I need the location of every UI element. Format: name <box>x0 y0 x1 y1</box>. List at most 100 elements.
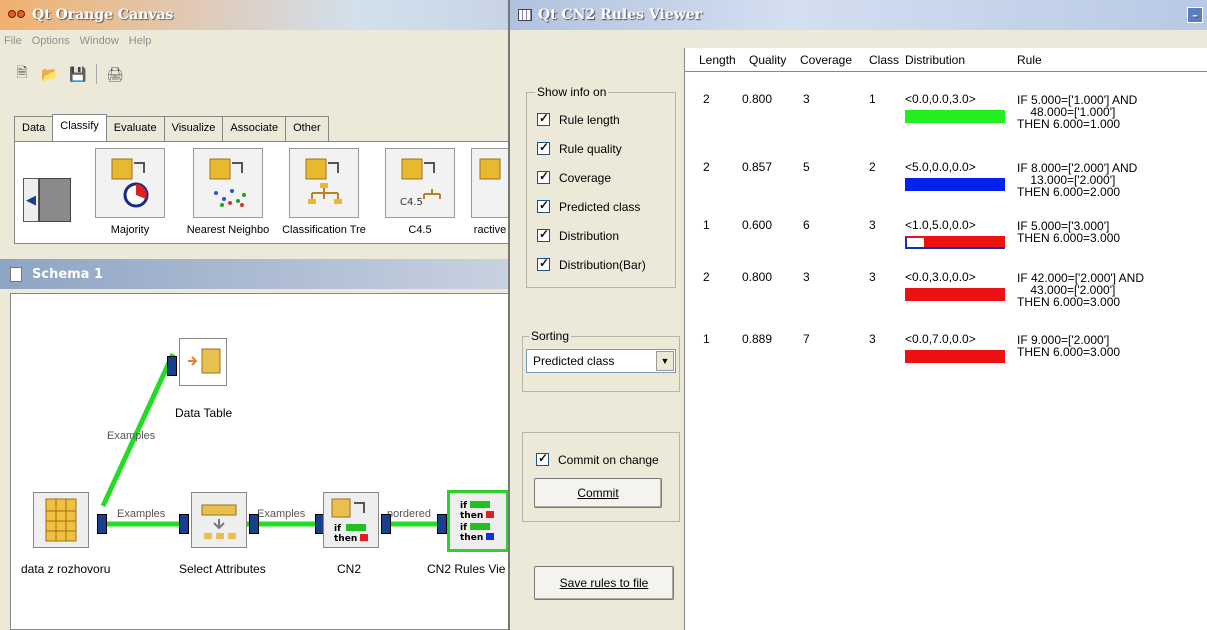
show-info-group: Show info on Rule length Rule quality Co… <box>526 85 676 288</box>
cell-length: 2 <box>703 160 710 174</box>
tab-other[interactable]: Other <box>285 116 329 142</box>
checkbox-commit-on-change[interactable]: Commit on change <box>526 445 659 474</box>
node-label-cn2-rules-viewer: CN2 Rules Vie <box>427 562 506 576</box>
menu-options[interactable]: Options <box>32 35 70 47</box>
distribution-bar <box>905 236 1005 249</box>
cell-length: 1 <box>703 332 710 346</box>
column-header-coverage[interactable]: Coverage <box>800 53 852 67</box>
node-label-data-table: Data Table <box>175 406 233 420</box>
checkbox-checked-icon[interactable] <box>537 111 550 126</box>
interactive-tree-icon <box>471 148 512 218</box>
checkbox-checked-icon[interactable] <box>537 169 550 184</box>
data-table-icon <box>179 338 227 386</box>
column-header-class[interactable]: Class <box>869 53 899 67</box>
shelf-item-classification-tree[interactable]: Classification Tre <box>279 148 369 236</box>
minimize-button[interactable]: – <box>1187 7 1203 23</box>
output-port[interactable] <box>381 514 391 534</box>
tab-classify[interactable]: Classify <box>52 114 107 141</box>
output-port[interactable] <box>249 514 259 534</box>
checkbox-distribution-bar[interactable]: Distribution(Bar) <box>527 250 675 279</box>
cn2-rules-viewer-window: Qt CN2 Rules Viewer – Show info on Rule … <box>508 0 1207 630</box>
checkbox-coverage[interactable]: Coverage <box>527 163 675 192</box>
cell-rule: IF 8.000=['2.000'] AND 13.000=['2.000'] … <box>1017 161 1138 199</box>
classification-tree-icon <box>289 148 359 218</box>
menu-help[interactable]: Help <box>129 35 152 47</box>
rules-table[interactable]: Length Quality Coverage Class Distributi… <box>684 48 1207 630</box>
input-port[interactable] <box>437 514 447 534</box>
new-file-icon[interactable]: 🗎 <box>12 64 32 84</box>
checkbox-predicted-class[interactable]: Predicted class <box>527 192 675 221</box>
input-port[interactable] <box>179 514 189 534</box>
checkbox-rule-length[interactable]: Rule length <box>527 105 675 134</box>
cell-coverage: 5 <box>803 160 810 174</box>
shelf-label-majority: Majority <box>110 224 150 236</box>
menu-file[interactable]: File <box>4 35 22 47</box>
c45-icon: C4.5 <box>385 148 455 218</box>
cell-distribution: <0.0,7.0,0.0> <box>905 332 976 346</box>
cell-coverage: 6 <box>803 218 810 232</box>
shelf-item-nearest-neighbours[interactable]: Nearest Neighbo <box>183 148 273 236</box>
column-header-quality[interactable]: Quality <box>749 53 786 67</box>
schema-canvas[interactable]: Examples Examples Examples nordered Data… <box>10 293 512 630</box>
checkbox-label: Rule length <box>559 112 620 127</box>
distribution-bar <box>905 178 1005 191</box>
tab-data[interactable]: Data <box>14 116 54 142</box>
checkbox-distribution[interactable]: Distribution <box>527 221 675 250</box>
menu-window[interactable]: Window <box>80 35 119 47</box>
column-header-rule[interactable]: Rule <box>1017 53 1042 67</box>
checkbox-rule-quality[interactable]: Rule quality <box>527 134 675 163</box>
majority-icon <box>95 148 165 218</box>
commit-button[interactable]: Commit <box>534 478 662 508</box>
checkbox-label: Rule quality <box>559 141 622 156</box>
cell-rule: IF 42.000=['2.000'] AND 43.000=['2.000']… <box>1017 271 1144 309</box>
sorting-value: Predicted class <box>533 354 615 368</box>
table-icon <box>518 9 532 21</box>
svg-text:if: if <box>334 524 341 534</box>
column-header-length[interactable]: Length <box>699 53 736 67</box>
tab-visualize[interactable]: Visualize <box>163 116 224 142</box>
svg-text:then: then <box>334 534 357 544</box>
output-port[interactable] <box>97 514 107 534</box>
checkbox-checked-icon[interactable] <box>537 256 550 271</box>
chevron-down-icon[interactable]: ▼ <box>656 351 674 371</box>
print-icon[interactable]: 🖨 <box>105 64 125 84</box>
cell-length: 2 <box>703 92 710 106</box>
canvas-title-bar[interactable]: Qt Orange Canvas <box>0 0 512 30</box>
cell-coverage: 7 <box>803 332 810 346</box>
cn2-icon: if then <box>323 492 379 548</box>
checkbox-checked-icon[interactable] <box>537 198 550 213</box>
shelf-label-classification-tree: Classification Tre <box>282 224 366 236</box>
shelf-scroll-thumb[interactable] <box>39 178 71 222</box>
shelf-item-interactive[interactable]: ractive <box>467 148 512 236</box>
open-folder-icon[interactable]: 📂 <box>40 64 60 84</box>
shelf-item-majority[interactable]: Majority <box>85 148 175 236</box>
cell-class: 3 <box>869 218 876 232</box>
c45-icon-text: C4.5 <box>400 197 423 208</box>
cell-coverage: 3 <box>803 92 810 106</box>
schema-title-bar[interactable]: Schema 1 <box>0 259 512 289</box>
cell-distribution: <1.0,5.0,0.0> <box>905 218 976 232</box>
viewer-title-bar[interactable]: Qt CN2 Rules Viewer – <box>510 0 1207 30</box>
input-port[interactable] <box>167 356 177 376</box>
checkbox-checked-icon[interactable] <box>537 140 550 155</box>
nearest-neighbours-icon <box>193 148 263 218</box>
cell-distribution: <0.0,0.0,3.0> <box>905 92 976 106</box>
tab-evaluate[interactable]: Evaluate <box>105 116 165 142</box>
tab-associate[interactable]: Associate <box>222 116 287 142</box>
shelf-label-c45: C4.5 <box>408 224 432 236</box>
checkbox-label: Distribution <box>559 228 620 243</box>
save-disk-icon[interactable]: 💾 <box>68 64 88 84</box>
shelf-scroll-left-icon[interactable]: ◀ <box>23 178 39 222</box>
sorting-select[interactable]: Predicted class ▼ <box>526 349 676 373</box>
cell-quality: 0.857 <box>742 160 773 174</box>
checkbox-checked-icon[interactable] <box>536 451 549 466</box>
widget-shelf: ◀ Majority Nearest Neighbo Classificatio… <box>14 141 512 244</box>
column-header-distribution[interactable]: Distribution <box>905 53 965 67</box>
checkbox-checked-icon[interactable] <box>537 227 550 242</box>
cell-length: 1 <box>703 218 710 232</box>
link-label-select-cn2: Examples <box>257 508 306 520</box>
commit-button-label: Commit <box>577 486 619 500</box>
shelf-item-c45[interactable]: C4.5 C4.5 <box>375 148 465 236</box>
cell-rule: IF 5.000=['3.000'] THEN 6.000=3.000 <box>1017 219 1121 245</box>
save-rules-button[interactable]: Save rules to file <box>534 566 674 600</box>
